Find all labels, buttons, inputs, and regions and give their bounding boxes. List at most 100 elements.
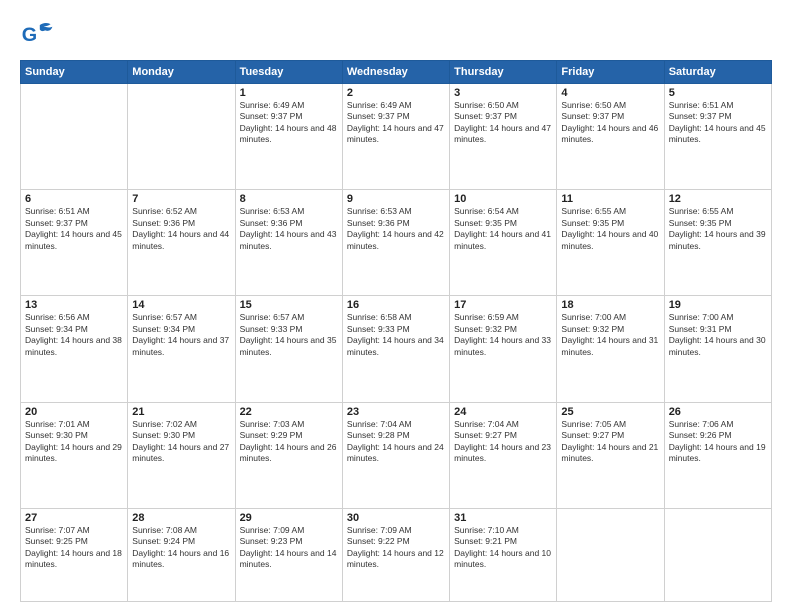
day-number: 29 <box>240 512 338 524</box>
day-number: 17 <box>454 299 552 311</box>
sunrise-text: Sunrise: 6:50 AM <box>454 100 552 111</box>
sunset-text: Sunset: 9:21 PM <box>454 536 552 547</box>
calendar-cell: 11Sunrise: 6:55 AMSunset: 9:35 PMDayligh… <box>557 190 664 296</box>
calendar-week-0: 1Sunrise: 6:49 AMSunset: 9:37 PMDaylight… <box>21 84 772 190</box>
day-info: Sunrise: 6:49 AMSunset: 9:37 PMDaylight:… <box>347 100 445 146</box>
daylight-text: Daylight: 14 hours and 26 minutes. <box>240 442 338 465</box>
day-number: 7 <box>132 193 230 205</box>
calendar-week-2: 13Sunrise: 6:56 AMSunset: 9:34 PMDayligh… <box>21 296 772 402</box>
calendar-cell: 2Sunrise: 6:49 AMSunset: 9:37 PMDaylight… <box>342 84 449 190</box>
weekday-header-wednesday: Wednesday <box>342 61 449 84</box>
calendar-cell: 20Sunrise: 7:01 AMSunset: 9:30 PMDayligh… <box>21 402 128 508</box>
calendar-cell <box>664 508 771 601</box>
day-number: 14 <box>132 299 230 311</box>
day-info: Sunrise: 7:09 AMSunset: 9:22 PMDaylight:… <box>347 525 445 571</box>
sunrise-text: Sunrise: 6:49 AM <box>240 100 338 111</box>
calendar-cell <box>21 84 128 190</box>
sunrise-text: Sunrise: 6:52 AM <box>132 206 230 217</box>
day-number: 24 <box>454 406 552 418</box>
sunset-text: Sunset: 9:34 PM <box>132 324 230 335</box>
sunset-text: Sunset: 9:35 PM <box>669 218 767 229</box>
page: G SundayMondayTuesdayWednesdayThursdayFr… <box>0 0 792 612</box>
header: G <box>20 16 772 52</box>
day-number: 15 <box>240 299 338 311</box>
sunset-text: Sunset: 9:37 PM <box>240 111 338 122</box>
daylight-text: Daylight: 14 hours and 21 minutes. <box>561 442 659 465</box>
weekday-header-monday: Monday <box>128 61 235 84</box>
sunrise-text: Sunrise: 6:53 AM <box>347 206 445 217</box>
day-number: 27 <box>25 512 123 524</box>
weekday-header-sunday: Sunday <box>21 61 128 84</box>
daylight-text: Daylight: 14 hours and 27 minutes. <box>132 442 230 465</box>
daylight-text: Daylight: 14 hours and 46 minutes. <box>561 123 659 146</box>
day-info: Sunrise: 6:51 AMSunset: 9:37 PMDaylight:… <box>669 100 767 146</box>
daylight-text: Daylight: 14 hours and 12 minutes. <box>347 548 445 571</box>
calendar-cell: 17Sunrise: 6:59 AMSunset: 9:32 PMDayligh… <box>450 296 557 402</box>
day-info: Sunrise: 6:53 AMSunset: 9:36 PMDaylight:… <box>347 206 445 252</box>
calendar-cell: 16Sunrise: 6:58 AMSunset: 9:33 PMDayligh… <box>342 296 449 402</box>
day-info: Sunrise: 7:04 AMSunset: 9:28 PMDaylight:… <box>347 419 445 465</box>
daylight-text: Daylight: 14 hours and 42 minutes. <box>347 229 445 252</box>
sunset-text: Sunset: 9:36 PM <box>240 218 338 229</box>
day-info: Sunrise: 6:54 AMSunset: 9:35 PMDaylight:… <box>454 206 552 252</box>
sunrise-text: Sunrise: 6:56 AM <box>25 312 123 323</box>
sunrise-text: Sunrise: 7:04 AM <box>454 419 552 430</box>
sunset-text: Sunset: 9:32 PM <box>454 324 552 335</box>
daylight-text: Daylight: 14 hours and 34 minutes. <box>347 335 445 358</box>
day-number: 1 <box>240 87 338 99</box>
sunrise-text: Sunrise: 7:03 AM <box>240 419 338 430</box>
day-number: 16 <box>347 299 445 311</box>
day-number: 26 <box>669 406 767 418</box>
sunset-text: Sunset: 9:33 PM <box>347 324 445 335</box>
day-info: Sunrise: 6:58 AMSunset: 9:33 PMDaylight:… <box>347 312 445 358</box>
day-number: 3 <box>454 87 552 99</box>
calendar-cell: 6Sunrise: 6:51 AMSunset: 9:37 PMDaylight… <box>21 190 128 296</box>
calendar-table: SundayMondayTuesdayWednesdayThursdayFrid… <box>20 60 772 602</box>
daylight-text: Daylight: 14 hours and 29 minutes. <box>25 442 123 465</box>
sunrise-text: Sunrise: 7:00 AM <box>669 312 767 323</box>
day-number: 9 <box>347 193 445 205</box>
sunrise-text: Sunrise: 6:59 AM <box>454 312 552 323</box>
calendar-cell: 9Sunrise: 6:53 AMSunset: 9:36 PMDaylight… <box>342 190 449 296</box>
svg-text:G: G <box>22 24 37 46</box>
day-info: Sunrise: 7:06 AMSunset: 9:26 PMDaylight:… <box>669 419 767 465</box>
sunset-text: Sunset: 9:26 PM <box>669 430 767 441</box>
daylight-text: Daylight: 14 hours and 47 minutes. <box>347 123 445 146</box>
daylight-text: Daylight: 14 hours and 14 minutes. <box>240 548 338 571</box>
sunset-text: Sunset: 9:25 PM <box>25 536 123 547</box>
sunset-text: Sunset: 9:30 PM <box>25 430 123 441</box>
sunset-text: Sunset: 9:37 PM <box>561 111 659 122</box>
sunset-text: Sunset: 9:37 PM <box>347 111 445 122</box>
day-info: Sunrise: 7:05 AMSunset: 9:27 PMDaylight:… <box>561 419 659 465</box>
daylight-text: Daylight: 14 hours and 39 minutes. <box>669 229 767 252</box>
calendar-cell: 19Sunrise: 7:00 AMSunset: 9:31 PMDayligh… <box>664 296 771 402</box>
daylight-text: Daylight: 14 hours and 40 minutes. <box>561 229 659 252</box>
calendar-cell <box>128 84 235 190</box>
sunset-text: Sunset: 9:24 PM <box>132 536 230 547</box>
calendar-cell: 31Sunrise: 7:10 AMSunset: 9:21 PMDayligh… <box>450 508 557 601</box>
sunrise-text: Sunrise: 6:55 AM <box>669 206 767 217</box>
day-number: 8 <box>240 193 338 205</box>
logo: G <box>20 16 60 52</box>
calendar-cell: 3Sunrise: 6:50 AMSunset: 9:37 PMDaylight… <box>450 84 557 190</box>
day-info: Sunrise: 6:57 AMSunset: 9:34 PMDaylight:… <box>132 312 230 358</box>
sunset-text: Sunset: 9:34 PM <box>25 324 123 335</box>
sunrise-text: Sunrise: 7:06 AM <box>669 419 767 430</box>
day-number: 21 <box>132 406 230 418</box>
day-number: 22 <box>240 406 338 418</box>
day-info: Sunrise: 7:00 AMSunset: 9:32 PMDaylight:… <box>561 312 659 358</box>
sunrise-text: Sunrise: 6:58 AM <box>347 312 445 323</box>
sunset-text: Sunset: 9:37 PM <box>454 111 552 122</box>
daylight-text: Daylight: 14 hours and 47 minutes. <box>454 123 552 146</box>
sunrise-text: Sunrise: 7:07 AM <box>25 525 123 536</box>
daylight-text: Daylight: 14 hours and 41 minutes. <box>454 229 552 252</box>
calendar-cell: 21Sunrise: 7:02 AMSunset: 9:30 PMDayligh… <box>128 402 235 508</box>
sunrise-text: Sunrise: 6:57 AM <box>132 312 230 323</box>
sunset-text: Sunset: 9:32 PM <box>561 324 659 335</box>
sunrise-text: Sunrise: 7:04 AM <box>347 419 445 430</box>
sunset-text: Sunset: 9:23 PM <box>240 536 338 547</box>
sunrise-text: Sunrise: 6:50 AM <box>561 100 659 111</box>
day-info: Sunrise: 7:07 AMSunset: 9:25 PMDaylight:… <box>25 525 123 571</box>
day-info: Sunrise: 6:51 AMSunset: 9:37 PMDaylight:… <box>25 206 123 252</box>
sunset-text: Sunset: 9:36 PM <box>347 218 445 229</box>
